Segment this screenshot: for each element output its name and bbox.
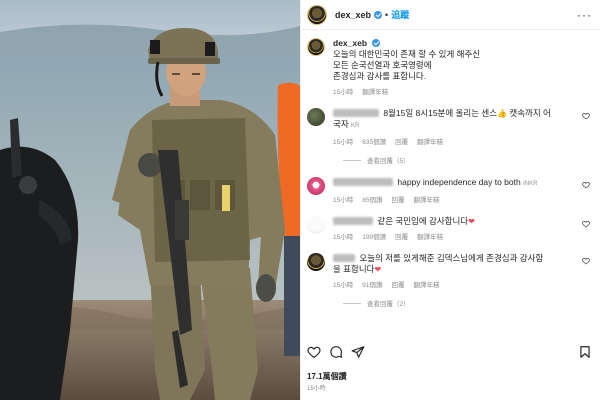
comment-text-tail: 캣속까지 어 [509,108,551,118]
comment-icon[interactable] [329,345,343,359]
share-icon[interactable] [351,345,365,359]
soldier-photo [0,0,300,400]
heart-icon[interactable] [582,257,590,265]
post-header: dex_xeb • 追蹤 ··· [301,0,600,30]
verified-badge-icon [374,10,383,19]
comment-text-line2: 국자 [333,119,349,129]
translate-link[interactable]: 翻譯年糕 [413,279,439,289]
commenter-avatar[interactable] [307,177,325,195]
blurred-username [333,109,379,117]
blurred-username [333,178,393,186]
comment-likes[interactable]: 85個讚 [362,194,382,204]
heart-icon[interactable] [582,220,590,228]
comment-text: 같은 국민임에 감사합니다 [377,216,469,226]
caption-username[interactable]: dex_xeb [333,38,367,48]
translate-link[interactable]: 翻譯年糕 [413,194,439,204]
like-heart-icon[interactable] [307,345,321,359]
view-replies-button[interactable]: 查看回覆（5） [343,155,592,165]
bookmark-icon[interactable] [578,345,592,359]
caption-line-3: 존경심과 감사를 표합니다. [333,71,427,81]
comments-list[interactable]: dex_xeb 오늘의 대한민국이 존재 할 수 있게 해주신 모든 순국선열과… [301,30,600,338]
reply-button[interactable]: 回覆 [391,279,404,289]
comment-time: 15小時 [333,139,354,146]
caption-avatar[interactable] [307,38,325,56]
avatar[interactable] [307,4,327,25]
comment-text-line2: 을 표합니다 [333,264,375,274]
action-bar [307,340,592,364]
commenter-avatar[interactable] [307,253,325,271]
verified-badge-icon [372,39,381,47]
red-heart-emoji: ❤ [374,265,382,274]
comment-time: 15小時 [333,197,354,204]
caption-line-1: 오늘의 대한민국이 존재 할 수 있게 해주신 [333,49,481,59]
more-options-icon[interactable]: ··· [577,8,592,22]
post-time: 15小時 [307,386,326,392]
heart-icon[interactable] [582,181,590,189]
commenter-avatar[interactable] [307,216,325,234]
comment-likes[interactable]: 635個讚 [362,136,386,146]
blurred-username [333,254,355,262]
country-suffix: INKR [523,181,538,187]
view-replies-button[interactable]: 查看回覆（2） [343,298,592,308]
comment-likes[interactable]: 199個讚 [362,231,386,241]
red-heart-emoji: ❤ [468,217,475,226]
post-photo[interactable] [0,0,300,400]
follow-button[interactable]: 追蹤 [391,8,409,21]
comment-item: happy independence day to both INKR 15小時… [307,177,592,204]
caption-time: 15小時 [333,89,354,96]
blurred-username [333,217,373,225]
comment-likes[interactable]: 91個讚 [362,279,382,289]
comment-item: 8월15일 8시15분에 올리는 센스👍 캣속까지 어 국자 KR 15小時 6… [307,108,592,146]
comment-text: 8월15일 8시15분에 올리는 센스 [383,108,498,118]
heart-icon[interactable] [582,112,590,120]
translate-link[interactable]: 翻譯年糕 [417,136,443,146]
separator-dot: • [385,9,389,20]
comment-text: 오늘의 저를 있게해준 김덱스님에게 존경심과 감사함 [359,253,544,263]
reply-button[interactable]: 回覆 [391,194,404,204]
translate-link[interactable]: 翻譯年糕 [362,86,388,96]
reply-button[interactable]: 回覆 [395,231,408,241]
comment-time: 15小時 [333,234,354,241]
thumbs-up-emoji: 👍 [497,109,507,118]
post-panel: dex_xeb • 追蹤 ··· dex_xeb 오늘의 대한민국이 존재 할 … [300,0,600,400]
reply-button[interactable]: 回覆 [395,136,408,146]
likes-count[interactable]: 17.1萬個讚 [307,371,347,382]
comment-item: 오늘의 저를 있게해준 김덱스님에게 존경심과 감사함 을 표합니다❤ 15小時… [307,253,592,289]
translate-link[interactable]: 翻譯年糕 [417,231,443,241]
comment-text: happy independence day to both [397,177,521,187]
username[interactable]: dex_xeb [335,10,371,20]
country-suffix: KR [351,123,360,129]
commenter-avatar[interactable] [307,108,325,126]
caption-line-2: 모든 순국선열과 호국영령에 [333,60,432,70]
comment-item: 같은 국민임에 감사합니다❤ 15小時 199個讚 回覆 翻譯年糕 [307,216,592,241]
post-caption: dex_xeb 오늘의 대한민국이 존재 할 수 있게 해주신 모든 순국선열과… [307,38,592,96]
comment-time: 15小時 [333,282,354,289]
